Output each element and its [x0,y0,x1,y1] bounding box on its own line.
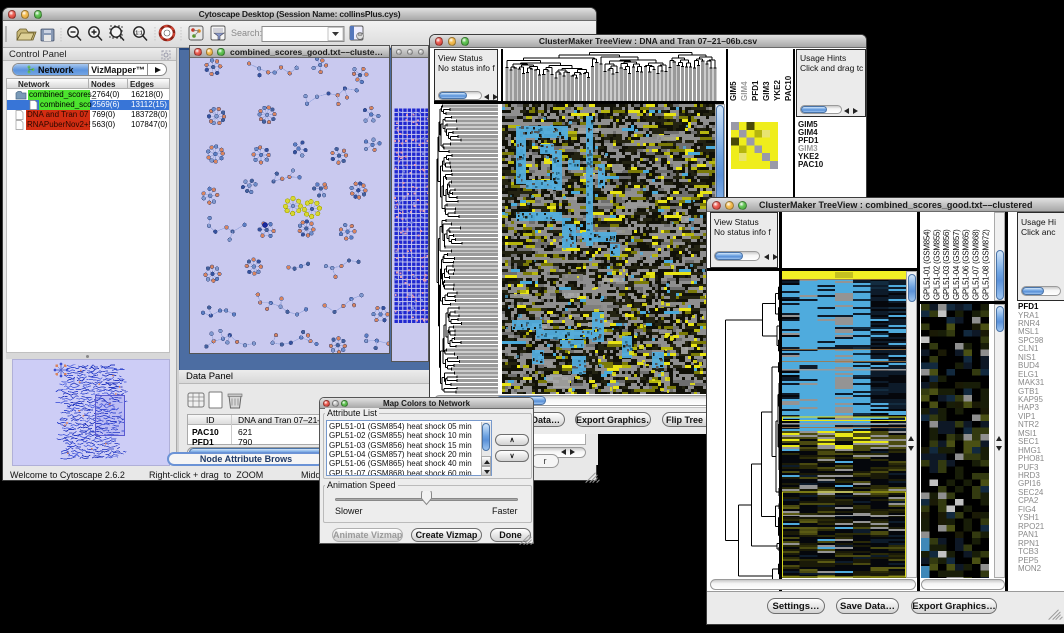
svg-text:Search:: Search: [231,28,262,38]
svg-text:GPL51-08 (GSM872): GPL51-08 (GSM872) [981,229,990,300]
svg-text:GIM4: GIM4 [740,81,749,101]
svg-text:GPL51-06 (GSM865): GPL51-06 (GSM865) [962,229,971,300]
svg-text:GPL51-02 (GSM855): GPL51-02 (GSM855) [932,229,941,300]
svg-text:PAC10: PAC10 [784,75,793,101]
svg-text:GPL51-01 (GSM854): GPL51-01 (GSM854) [923,229,932,300]
svg-text:YKE2: YKE2 [773,80,782,101]
svg-text:PFD1: PFD1 [751,80,760,101]
svg-text:GPL51-04 (GSM857): GPL51-04 (GSM857) [952,229,961,300]
svg-text:GPL51-07 (GSM868): GPL51-07 (GSM868) [972,229,981,300]
svg-text:GIM5: GIM5 [729,81,738,101]
svg-text:1:1: 1:1 [135,31,142,37]
svg-text:GIM3: GIM3 [762,81,771,101]
svg-text:GPL51-03 (GSM856): GPL51-03 (GSM856) [942,229,951,300]
